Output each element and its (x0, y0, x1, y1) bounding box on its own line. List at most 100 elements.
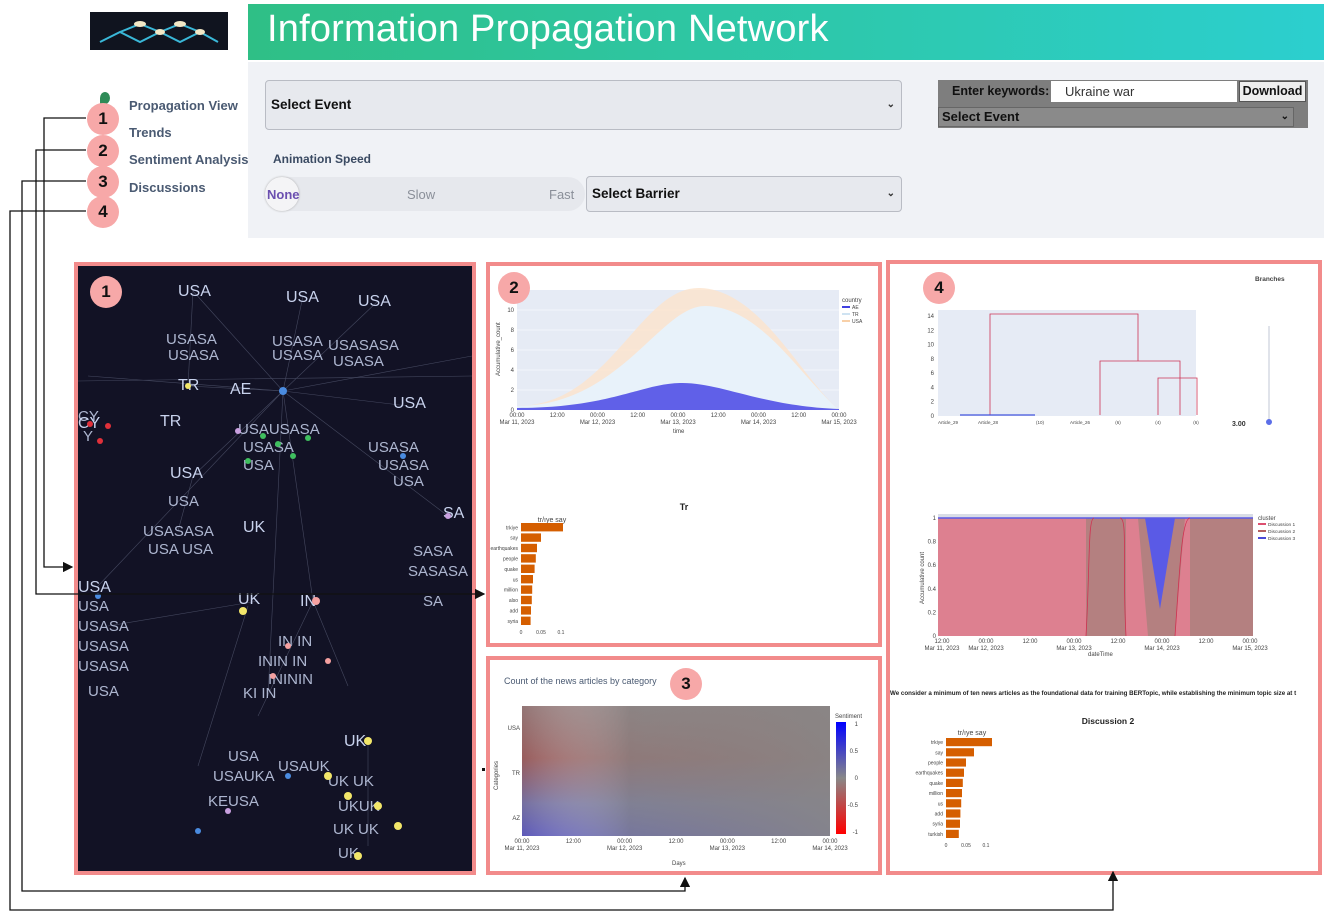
sentiment-categories: USA TR AZ (508, 726, 521, 822)
keywords-input[interactable]: Ukraine war (1051, 81, 1237, 102)
network-logo-icon (99, 21, 219, 44)
stream-legend: Discussion 1Discussion 2Discussion 3 (1258, 522, 1296, 542)
svg-text:SASA: SASA (413, 543, 453, 560)
bar-word: add (935, 812, 944, 818)
svg-text:UK UK: UK UK (328, 773, 374, 790)
net-label: USA (178, 283, 211, 300)
stream-xtick: 12:00 (1110, 639, 1126, 645)
svg-text:USASA: USASA (272, 347, 323, 364)
discussion-bar-chart: trkiye say people earthquakes quake million us… (915, 738, 992, 849)
net-label: AE (230, 381, 251, 398)
svg-text:USASA: USASA (78, 638, 129, 655)
dendro-xtick: (6) (1193, 420, 1199, 425)
bar (946, 809, 961, 818)
chevron-down-icon: ⌄ (1280, 111, 1289, 122)
sentiment-title: Count of the news articles by category (504, 676, 657, 686)
bar-tick: 0 (520, 630, 523, 636)
bar (946, 829, 959, 838)
propagation-network[interactable]: USA USA USA TR AE TR USA USA UK UK IN SA… (77, 266, 473, 871)
svg-text:USA: USA (168, 493, 199, 510)
bar-tick: 0.05 (961, 843, 971, 849)
svg-text:KI IN: KI IN (243, 685, 276, 702)
bar-word: trkiye (506, 525, 518, 531)
bar (521, 585, 533, 594)
bar-word: trkiye (931, 740, 943, 746)
discussions-panel: 0 2 4 6 8 10 12 14 Article_29 Article_28 (10) Arti… (886, 260, 1322, 875)
stream-xtick: 12:00 (1022, 639, 1038, 645)
bar-word: turkish (928, 832, 943, 838)
legend-swatch (842, 320, 850, 322)
bar-word: people (503, 556, 518, 562)
bar-word: quake (504, 567, 518, 573)
svg-text:USASA: USASA (243, 439, 294, 456)
download-button[interactable]: Download (1239, 81, 1306, 102)
nav-discussions[interactable]: Discussions (129, 180, 206, 195)
net-label: UK (344, 733, 367, 750)
event-select[interactable]: Select Event ⌄ (265, 80, 902, 130)
nav-sentiment-analysis[interactable]: Sentiment Analysis (129, 152, 248, 167)
bar-word: million (929, 791, 943, 797)
sentiment-category: USA (508, 726, 520, 732)
bar (946, 738, 992, 747)
panel-badge-4: 4 (923, 272, 955, 304)
animation-speed-toggle[interactable]: None Slow Fast (265, 177, 585, 211)
colorbar-tick: -1 (853, 830, 859, 836)
bar (521, 554, 536, 563)
bar (946, 748, 974, 757)
bar (946, 778, 963, 787)
net-label: USA (393, 395, 426, 412)
svg-text:USASA: USASA (166, 331, 217, 348)
stream-ytick: 0.6 (928, 563, 937, 569)
chevron-down-icon: ⌄ (886, 188, 895, 199)
sentiment-xtick: 12:00 (771, 839, 787, 845)
nav-trends[interactable]: Trends (129, 125, 172, 140)
barrier-select[interactable]: Select Barrier ⌄ (586, 176, 902, 212)
dendrogram-plot-area (938, 310, 1196, 416)
sentiment-ylabel: Categories (494, 761, 500, 790)
bar-word: say (510, 536, 518, 542)
dendro-xtick: Article_29 (938, 420, 959, 425)
event-select-2[interactable]: Select Event ⌄ (938, 107, 1294, 127)
keyword-panel: Enter keywords: Ukraine war Download Sel… (938, 80, 1308, 128)
sentiment-colorbar (836, 722, 846, 834)
legend-swatch (1258, 537, 1266, 539)
sentiment-x-ticks: 00:00 Mar 11, 2023 12:00 00:00 Mar 12, 2023 1… (505, 839, 849, 852)
speed-none[interactable]: None (267, 187, 300, 202)
chevron-down-icon: ⌄ (886, 99, 895, 110)
discussions-charts: 02468101214 Article_29 Article_28 (10) Arti… (890, 272, 1310, 849)
svg-text:SA: SA (423, 593, 443, 610)
speed-fast[interactable]: Fast (549, 187, 574, 202)
bar (521, 543, 537, 553)
animation-speed-label: Animation Speed (273, 152, 372, 166)
trend-ytick: 10 (507, 308, 514, 314)
svg-text:UK UK: UK UK (333, 821, 379, 838)
svg-text:USASASA: USASASA (143, 523, 214, 540)
topic-note: We consider a minimum of ten news articl… (890, 690, 1296, 697)
bar (521, 616, 531, 625)
nav-propagation-view[interactable]: Propagation View (129, 98, 238, 113)
bar-word: us (938, 801, 944, 807)
speed-slow[interactable]: Slow (407, 187, 435, 202)
sentiment-category: AZ (512, 816, 520, 822)
stream-legend-title: cluster (1258, 516, 1276, 522)
svg-text:UKUK: UKUK (338, 798, 380, 815)
svg-text:ININ IN: ININ IN (258, 653, 307, 670)
stream-xlabel: dateTime (1088, 652, 1113, 658)
branches-slider-handle[interactable] (1266, 419, 1272, 425)
app-logo (90, 12, 228, 50)
trends-legend-title: country (842, 298, 862, 304)
dendro-xtick: Article_26 (1070, 420, 1091, 425)
dendro-xtick: (10) (1036, 420, 1045, 425)
panel-badge-2: 2 (498, 272, 530, 304)
bar-tick: 0 (945, 843, 948, 849)
event-select-value: Select Event (271, 97, 352, 112)
svg-text:USASA: USASA (378, 457, 429, 474)
legend-swatch (1258, 530, 1266, 532)
branches-label: Branches (1255, 276, 1285, 283)
panel-badge-3: 3 (670, 668, 702, 700)
net-label: UK (243, 519, 266, 536)
svg-text:USAUK: USAUK (278, 758, 330, 775)
svg-text:USASA: USASA (333, 353, 384, 370)
bar-word: million (504, 588, 518, 594)
stream-discussion-2a (1086, 518, 1126, 636)
